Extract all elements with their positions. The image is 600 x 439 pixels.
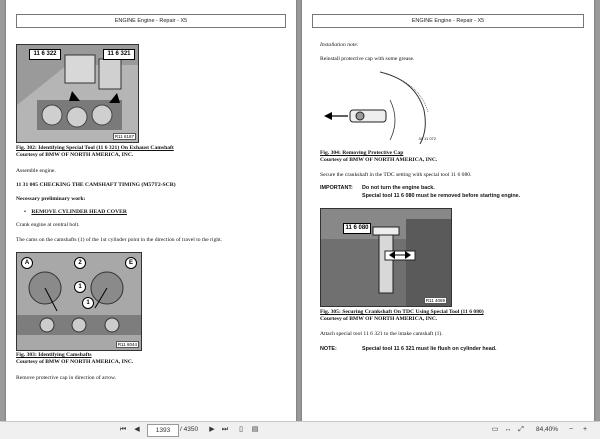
figure-ref-number: R11 6044: [115, 341, 139, 348]
text-secure: Secure the crankshaft in the TDC setting…: [320, 172, 472, 178]
first-page-icon[interactable]: ⏮: [118, 425, 128, 435]
important-label: IMPORTANT:: [320, 185, 353, 191]
figure-304-image: 34 11 072: [320, 70, 438, 147]
callout-2: 2: [74, 257, 86, 269]
text-remove-cap: Remove protective cap in direction of ar…: [16, 375, 117, 381]
prelim-heading: Necessary preliminary work:: [16, 196, 86, 202]
zoom-level[interactable]: 84,40%: [536, 425, 558, 435]
figure-305-image: 11 6 080 R11 4069: [320, 208, 452, 307]
callout-1-top: 1: [74, 281, 86, 293]
figure-303-image: A 2 E 1 1 R11 6044: [16, 252, 142, 351]
note-label: NOTE:: [320, 346, 337, 352]
single-page-view-icon[interactable]: ▯: [236, 425, 246, 435]
note-text: Special tool 11 6 321 must lie flush on …: [362, 346, 497, 352]
viewer-toolbar: ⏮ ◀ 1393 / 4350 ▶ ⏭ ▯ ▤ ▭ ↔ ⤢ 84,40% − +: [0, 421, 600, 439]
last-page-icon[interactable]: ⏭: [220, 425, 230, 435]
text-reinstall: Reinstall protective cap with some greas…: [320, 56, 415, 62]
text-assemble: Assemble engine.: [16, 168, 56, 174]
important-line-1: Do not turn the engine back.: [362, 185, 435, 191]
text-crank: Crank engine at central bolt.: [16, 222, 80, 228]
important-line-2: Special tool 11 6 080 must be removed be…: [362, 193, 521, 199]
figure-ref-number: R11 4069: [423, 297, 447, 304]
figure-303-caption: Fig. 303: Identifying Camshafts Courtesy…: [16, 352, 134, 365]
callout-a: A: [21, 257, 33, 269]
figure-ref-number: R11 6187: [112, 133, 136, 140]
tool-label-11-6-322: 11 6 322: [29, 49, 61, 60]
tdc-tool-illustration: [321, 209, 451, 306]
remove-cylinder-head-cover-link[interactable]: REMOVE CYLINDER HEAD COVER: [31, 209, 127, 215]
zoom-in-icon[interactable]: +: [580, 425, 590, 435]
two-page-view-icon[interactable]: ▭: [490, 425, 500, 435]
zoom-out-icon[interactable]: −: [566, 425, 576, 435]
bullet-icon: •: [24, 209, 26, 215]
installation-note-heading: Installation note:: [320, 42, 359, 48]
fit-page-icon[interactable]: ⤢: [516, 425, 526, 435]
text-attach: Attach special tool 11 6 321 to the inta…: [320, 331, 443, 337]
fit-width-icon[interactable]: ↔: [503, 425, 513, 435]
figure-302-image: 11 6 322 11 6 321 R11 6187: [16, 44, 139, 143]
figure-305-caption: Fig. 305: Securing Crankshaft On TDC Usi…: [320, 309, 484, 322]
tool-label-11-6-321: 11 6 321: [103, 49, 135, 60]
pdf-page-left: ENGINE Engine - Repair - X5 11 6 322 11 …: [6, 0, 296, 422]
tool-label-11-6-080: 11 6 080: [343, 223, 371, 234]
page-header: ENGINE Engine - Repair - X5: [312, 14, 584, 28]
text-cams: The cams on the camshafts (1) of the 1st…: [16, 237, 223, 243]
figure-302-caption: Fig. 302: Identifying Special Tool (11 6…: [16, 145, 174, 158]
next-page-icon[interactable]: ▶: [207, 425, 217, 435]
page-number-input[interactable]: 1393: [147, 424, 179, 437]
callout-e: E: [125, 257, 137, 269]
section-title: 11 31 005 CHECKING THE CAMSHAFT TIMING (…: [16, 182, 176, 188]
figure-ref-number: 34 11 072: [418, 136, 437, 141]
pdf-page-right: ENGINE Engine - Repair - X5 Installation…: [302, 0, 594, 422]
callout-1-bottom: 1: [82, 297, 94, 309]
prelim-list-item: • REMOVE CYLINDER HEAD COVER: [24, 209, 127, 215]
figure-304-caption: Fig. 304: Removing Protective Cap Courte…: [320, 150, 438, 163]
prev-page-icon[interactable]: ◀: [132, 425, 142, 435]
page-total: / 4350: [180, 426, 199, 433]
continuous-view-icon[interactable]: ▤: [250, 425, 260, 435]
page-header: ENGINE Engine - Repair - X5: [16, 14, 286, 28]
